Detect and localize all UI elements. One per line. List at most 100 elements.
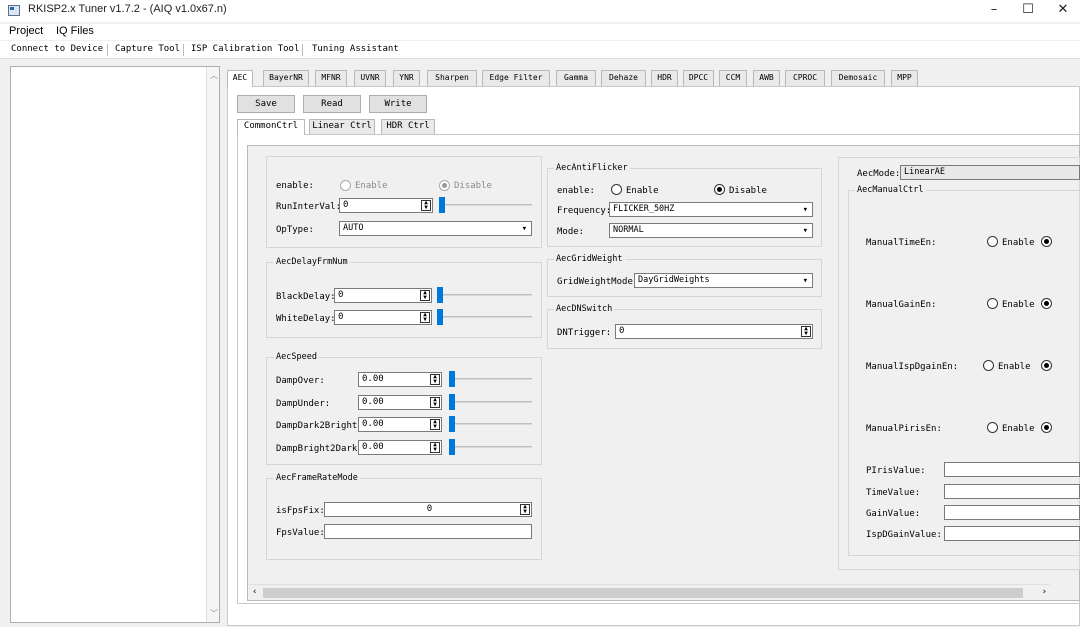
damp-dark2bright-slider-handle[interactable] (449, 416, 455, 432)
menu-project[interactable]: Project (9, 25, 43, 37)
enable-radio[interactable] (340, 180, 351, 191)
white-delay-slider-track[interactable] (440, 316, 532, 318)
damp-over-input[interactable]: 0.00 ▲ ▼ (358, 372, 442, 387)
manual-gain-enable-radio[interactable] (987, 298, 998, 309)
tab-uvnr[interactable]: UVNR (354, 70, 386, 86)
tab-dpcc[interactable]: DPCC (683, 70, 714, 86)
horizontal-scrollbar[interactable]: ‹ › (249, 584, 1050, 600)
spin-icon[interactable]: ▲ ▼ (430, 442, 440, 453)
runinterval-slider-track[interactable] (440, 204, 532, 206)
damp-bright2dark-slider-track[interactable] (450, 446, 532, 448)
tab-bayernr[interactable]: BayerNR (263, 70, 309, 86)
mode-select[interactable]: NORMAL ▾ (609, 223, 813, 238)
tab-linear-ctrl[interactable]: Linear Ctrl (309, 119, 375, 134)
time-value-input[interactable] (944, 484, 1080, 499)
antiflicker-enable-radio[interactable] (611, 184, 622, 195)
scroll-left-icon[interactable]: ‹ (252, 587, 257, 597)
isfpsfix-input[interactable]: 0 ▲ ▼ (324, 502, 532, 517)
tab-mpp[interactable]: MPP (891, 70, 918, 86)
runinterval-input[interactable]: 0 ▲ ▼ (339, 198, 433, 213)
damp-under-slider-handle[interactable] (449, 394, 455, 410)
damp-over-slider-track[interactable] (450, 378, 532, 380)
dntrigger-input[interactable]: 0 ▲ ▼ (615, 324, 813, 339)
tab-hdr[interactable]: HDR (651, 70, 678, 86)
damp-bright2dark-slider-handle[interactable] (449, 439, 455, 455)
piris-value-input[interactable] (944, 462, 1080, 477)
file-tree-scrollbar[interactable]: ︿ ﹀ (206, 67, 219, 622)
manual-ispdgain-disable-radio[interactable] (1041, 360, 1052, 371)
manual-piris-enable-radio[interactable] (987, 422, 998, 433)
scroll-up-icon[interactable]: ︿ (210, 70, 218, 81)
scroll-down-icon[interactable]: ﹀ (210, 608, 218, 619)
dntrigger-label: DNTrigger: (557, 328, 612, 338)
antiflicker-disable-radio[interactable] (714, 184, 725, 195)
damp-over-slider-handle[interactable] (449, 371, 455, 387)
white-delay-input[interactable]: 0 ▲ ▼ (334, 310, 432, 325)
gridweight-mode-select[interactable]: DayGridWeights ▾ (634, 273, 813, 288)
minimize-button[interactable]: – (977, 0, 1011, 22)
tab-ccm[interactable]: CCM (719, 70, 747, 86)
spin-icon[interactable]: ▲ ▼ (801, 326, 811, 337)
connect-to-device-button[interactable]: Connect to Device (11, 44, 103, 54)
manual-piris-disable-radio[interactable] (1041, 422, 1052, 433)
tab-cproc[interactable]: CPROC (785, 70, 825, 86)
ispdgain-value-input[interactable] (944, 526, 1080, 541)
horizontal-scroll-thumb[interactable] (263, 588, 1023, 598)
manual-time-enable-radio[interactable] (987, 236, 998, 247)
tab-sharpen[interactable]: Sharpen (427, 70, 477, 86)
read-button[interactable]: Read (303, 95, 361, 113)
tuning-assistant-button[interactable]: Tuning Assistant (312, 44, 399, 54)
optype-select[interactable]: AUTO ▾ (339, 221, 532, 236)
manual-gain-disable-radio[interactable] (1041, 298, 1052, 309)
spin-icon[interactable]: ▲ ▼ (430, 397, 440, 408)
manual-ispdgain-enable-radio[interactable] (983, 360, 994, 371)
black-delay-slider-track[interactable] (440, 294, 532, 296)
fpsvalue-input[interactable] (324, 524, 532, 539)
damp-under-slider-track[interactable] (450, 401, 532, 403)
tab-commonctrl[interactable]: CommonCtrl (237, 119, 305, 135)
tab-edge-filter[interactable]: Edge Filter (482, 70, 550, 86)
chevron-down-icon: ▾ (802, 205, 808, 215)
aecmode-select[interactable]: LinearAE (900, 165, 1080, 180)
maximize-button[interactable]: ☐ (1011, 0, 1045, 22)
tab-gamma[interactable]: Gamma (556, 70, 596, 86)
tab-aec[interactable]: AEC (227, 70, 253, 87)
tab-hdr-ctrl[interactable]: HDR Ctrl (381, 119, 435, 134)
damp-under-input[interactable]: 0.00 ▲ ▼ (358, 395, 442, 410)
speed-group-title: AecSpeed (274, 352, 319, 362)
tool-bar: Connect to Device Capture Tool ISP Calib… (0, 41, 1080, 59)
tab-awb[interactable]: AWB (753, 70, 780, 86)
manual-gain-en-label: ManualGainEn: (866, 300, 937, 310)
spin-icon[interactable]: ▲ ▼ (420, 290, 430, 301)
spin-icon[interactable]: ▲ ▼ (420, 312, 430, 323)
runinterval-slider-handle[interactable] (439, 197, 445, 213)
manual-time-disable-radio[interactable] (1041, 236, 1052, 247)
tab-mfnr[interactable]: MFNR (315, 70, 347, 86)
spin-icon[interactable]: ▲ ▼ (430, 374, 440, 385)
isp-calibration-tool-button[interactable]: ISP Calibration Tool (191, 44, 299, 54)
spin-icon[interactable]: ▲ ▼ (430, 419, 440, 430)
menu-iq-files[interactable]: IQ Files (56, 25, 94, 37)
close-button[interactable]: ✕ (1046, 0, 1080, 22)
damp-dark2bright-slider-track[interactable] (450, 423, 532, 425)
manual-ispdgain-enable-label: Enable (998, 362, 1031, 372)
frequency-select[interactable]: FLICKER_50HZ ▾ (609, 202, 813, 217)
capture-tool-button[interactable]: Capture Tool (115, 44, 180, 54)
black-delay-slider-handle[interactable] (437, 287, 443, 303)
damp-bright2dark-input[interactable]: 0.00 ▲ ▼ (358, 440, 442, 455)
black-delay-input[interactable]: 0 ▲ ▼ (334, 288, 432, 303)
tab-dehaze[interactable]: Dehaze (601, 70, 646, 86)
write-button[interactable]: Write (369, 95, 427, 113)
file-tree-panel[interactable] (10, 66, 220, 623)
scroll-right-icon[interactable]: › (1042, 587, 1047, 597)
damp-dark2bright-input[interactable]: 0.00 ▲ ▼ (358, 417, 442, 432)
save-button[interactable]: Save (237, 95, 295, 113)
tab-demosaic[interactable]: Demosaic (831, 70, 885, 86)
spin-icon[interactable]: ▲ ▼ (520, 504, 530, 515)
tab-ynr[interactable]: YNR (393, 70, 420, 86)
white-delay-slider-handle[interactable] (437, 309, 443, 325)
toolbar-divider (183, 44, 184, 56)
gain-value-input[interactable] (944, 505, 1080, 520)
disable-radio[interactable] (439, 180, 450, 191)
spin-icon[interactable]: ▲ ▼ (421, 200, 431, 211)
